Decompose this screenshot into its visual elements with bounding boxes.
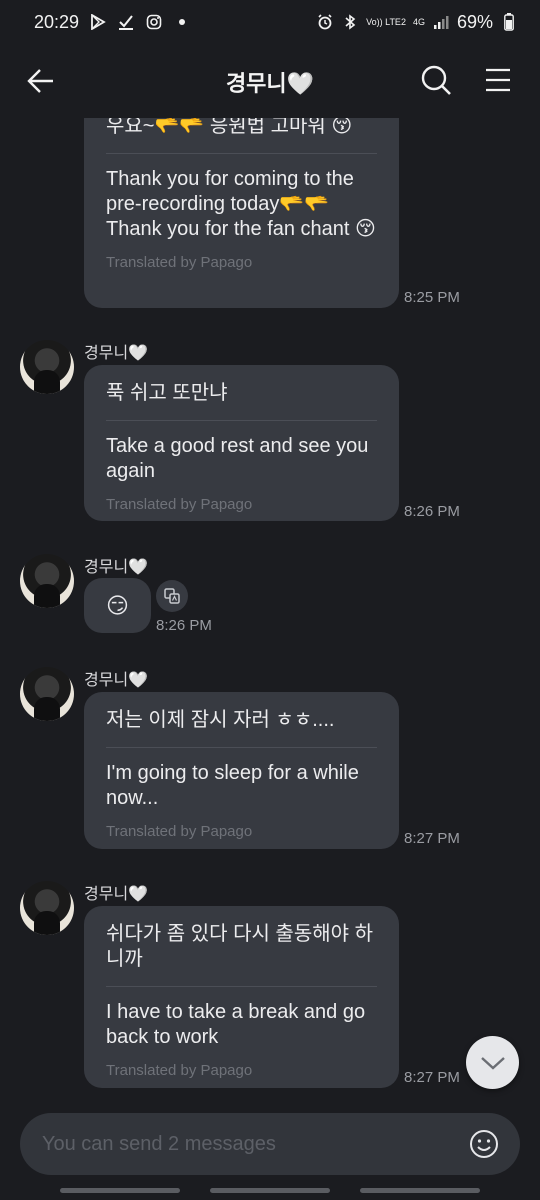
volte-indicator: Vo)) LTE2 <box>366 16 406 27</box>
avatar[interactable] <box>20 554 74 608</box>
message-bubble[interactable]: 저는 이제 잠시 자러 ㅎㅎ.... I'm going to sleep fo… <box>84 692 399 849</box>
battery-percent: 69% <box>456 11 493 32</box>
check-icon <box>117 13 135 31</box>
scroll-to-bottom-button[interactable] <box>466 1036 519 1089</box>
message-list[interactable]: 우요~🫳🫳 응원법 고마워 😚 Thank you for coming to … <box>0 118 540 1098</box>
translation-divider <box>106 747 377 748</box>
translation-credit: Translated by Papago <box>106 496 253 513</box>
translated-text: I'm going to sleep for a while now... <box>106 762 359 809</box>
bluetooth-icon <box>341 13 359 31</box>
chat-title: 경무니🤍 <box>225 71 315 96</box>
translation-credit: Translated by Papago <box>106 823 253 840</box>
message-time: 8:25 PM <box>404 289 460 306</box>
translation-credit: Translated by Papago <box>106 1062 253 1079</box>
original-text: 푹 쉬고 또만냐 <box>106 382 228 404</box>
translate-button[interactable] <box>156 580 188 612</box>
sender-name: 경무니🤍 <box>84 559 149 576</box>
sender-name: 경무니🤍 <box>84 672 149 689</box>
signal-icon <box>432 13 450 31</box>
original-text: 쉬다가 좀 있다 다시 출동해야 하니까 <box>106 923 373 970</box>
sender-name: 경무니🤍 <box>84 886 149 903</box>
message-time: 8:27 PM <box>404 1069 460 1086</box>
search-icon <box>421 65 451 95</box>
translation-divider <box>106 153 377 154</box>
translate-icon <box>164 588 180 604</box>
original-text: 우요~🫳🫳 응원법 고마워 😚 <box>106 118 353 137</box>
dot-icon <box>173 13 191 31</box>
message-time: 8:27 PM <box>404 830 460 847</box>
system-nav-bar <box>0 1186 540 1200</box>
alarm-icon <box>316 13 334 31</box>
status-bar: 20:29 Vo)) LTE2 4G 69% <box>0 0 540 44</box>
smiley-icon <box>470 1130 498 1158</box>
avatar[interactable] <box>20 881 74 935</box>
nav-back-button[interactable] <box>360 1188 480 1193</box>
nav-home-button[interactable] <box>210 1188 330 1193</box>
battery-icon <box>500 13 518 31</box>
avatar[interactable] <box>20 667 74 721</box>
translation-divider <box>106 986 377 987</box>
play-store-icon <box>89 13 107 31</box>
message-bubble[interactable]: 쉬다가 좀 있다 다시 출동해야 하니까 I have to take a br… <box>84 906 399 1088</box>
network-type: 4G <box>412 16 425 27</box>
message-input-bar <box>20 1113 520 1175</box>
sender-name: 경무니🤍 <box>84 345 149 362</box>
emoji-button[interactable] <box>468 1128 500 1160</box>
message-bubble[interactable]: 우요~🫳🫳 응원법 고마워 😚 Thank you for coming to … <box>84 118 399 308</box>
translated-text: Thank you for coming to the pre-recordin… <box>106 168 376 240</box>
instagram-icon <box>145 13 163 31</box>
chat-header: 경무니🤍 <box>0 44 540 118</box>
translated-text: Take a good rest and see you again <box>106 435 369 482</box>
translation-divider <box>106 420 377 421</box>
emoji-text: 😏 <box>106 592 129 618</box>
chevron-down-icon <box>480 1056 505 1070</box>
message-bubble[interactable]: 푹 쉬고 또만냐 Take a good rest and see you ag… <box>84 365 399 521</box>
original-text: 저는 이제 잠시 자러 ㅎㅎ.... <box>106 709 335 731</box>
message-time: 8:26 PM <box>404 503 460 520</box>
status-time: 20:29 <box>34 11 80 32</box>
menu-icon <box>486 68 510 92</box>
emoji-message-bubble[interactable]: 😏 <box>84 578 151 633</box>
nav-recent-button[interactable] <box>60 1188 180 1193</box>
translated-text: I have to take a break and go back to wo… <box>106 1001 366 1048</box>
search-button[interactable] <box>420 64 452 96</box>
avatar[interactable] <box>20 340 74 394</box>
message-time: 8:26 PM <box>156 617 212 634</box>
message-input[interactable] <box>42 1132 468 1156</box>
translation-credit: Translated by Papago <box>106 254 253 271</box>
menu-button[interactable] <box>484 66 512 94</box>
